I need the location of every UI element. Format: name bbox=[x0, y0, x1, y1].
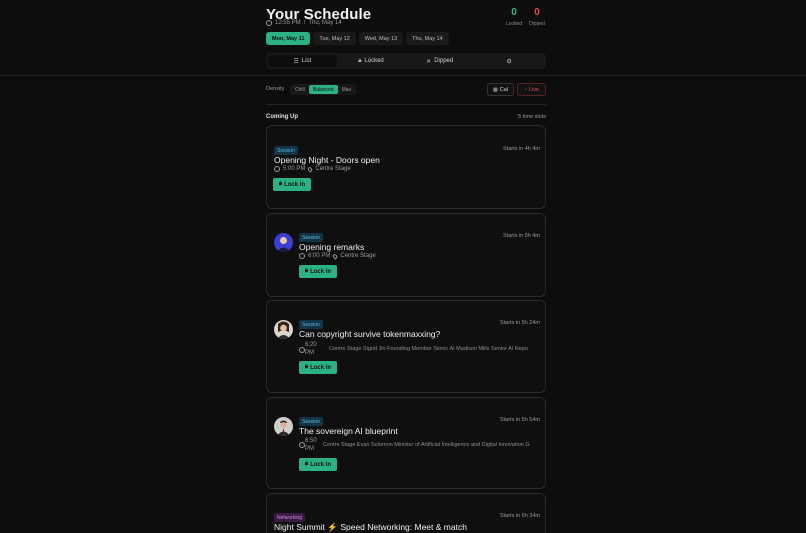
event-venue-speakers: Centre Stage Evan Solomon Minister of Ar… bbox=[323, 442, 530, 448]
tab-locked-label: Locked bbox=[364, 58, 384, 64]
current-time-line: 12:55 PM / Thu, May 14 bbox=[266, 20, 342, 26]
event-type-badge: Session bbox=[299, 233, 323, 242]
day-tab-tue[interactable]: Tue, May 12 bbox=[313, 32, 356, 45]
event-card[interactable]: Session Opening Night - Doors open 5:00 … bbox=[266, 125, 546, 209]
section-title: Coming Up bbox=[266, 114, 298, 120]
event-meta: 5:00 PM Centre Stage bbox=[274, 165, 351, 173]
day-tabs: Mon, May 11 Tue, May 12 Wed, May 13 Thu,… bbox=[266, 32, 449, 45]
event-title: Opening Night - Doors open bbox=[274, 155, 380, 165]
lock-in-label: Lock in bbox=[284, 181, 306, 188]
density-selector: Chill Balanced Max bbox=[290, 84, 357, 95]
current-date: Thu, May 14 bbox=[308, 20, 342, 26]
separator: / bbox=[303, 20, 306, 26]
starts-in: Starts in 5h 54m bbox=[499, 417, 540, 423]
lock-icon: 🔒︎ bbox=[304, 461, 309, 467]
event-venue: Centre Stage bbox=[340, 253, 376, 259]
lock-in-label: Lock in bbox=[310, 364, 332, 371]
clock-icon bbox=[274, 166, 280, 172]
live-button[interactable]: ◔ Live bbox=[517, 83, 546, 96]
dipped-stat: 0 Dipped bbox=[528, 7, 546, 28]
gear-icon: ⚙ bbox=[506, 58, 512, 65]
event-card[interactable]: Session The sovereign AI blueprint 6:50 … bbox=[266, 397, 546, 489]
starts-in: Starts in 5h 24m bbox=[499, 320, 540, 326]
tab-dipped[interactable]: ✕ Dipped bbox=[405, 55, 474, 67]
location-pin-icon bbox=[307, 165, 314, 173]
event-time: 6:20 PM bbox=[305, 341, 317, 357]
locked-label: Locked bbox=[505, 21, 523, 27]
calendar-button[interactable]: ▦ Cal bbox=[487, 83, 514, 96]
event-card[interactable]: Session Opening remarks 6:00 PM Centre S… bbox=[266, 213, 546, 297]
event-time-hour: 6:20 bbox=[305, 342, 317, 348]
day-tab-wed[interactable]: Wed, May 13 bbox=[358, 32, 404, 45]
avatar-image bbox=[274, 417, 293, 436]
divider bbox=[266, 104, 546, 105]
clock-icon bbox=[266, 20, 272, 26]
event-type-badge: Session bbox=[299, 320, 323, 329]
event-time-ampm: PM bbox=[305, 446, 314, 452]
avatar-image bbox=[274, 233, 293, 252]
live-icon: ◔ bbox=[523, 86, 527, 93]
event-title: Opening remarks bbox=[299, 242, 365, 252]
lock-icon: 🔒︎ bbox=[304, 268, 309, 274]
starts-in: Starts in 4h 4m bbox=[503, 146, 540, 152]
dipped-count: 0 bbox=[534, 7, 540, 18]
starts-in: Starts in 6h 34m bbox=[499, 513, 540, 519]
current-time: 12:55 PM bbox=[275, 20, 301, 26]
lock-in-label: Lock in bbox=[310, 268, 332, 275]
close-icon: ✕ bbox=[426, 58, 432, 65]
avatar-image bbox=[274, 320, 293, 339]
event-title: Can copyright survive tokenmaxxing? bbox=[299, 329, 441, 339]
event-time-ampm: PM bbox=[305, 350, 314, 356]
day-tab-thu[interactable]: Thu, May 14 bbox=[406, 32, 449, 45]
locked-count: 0 bbox=[511, 7, 517, 18]
event-type-badge: Session bbox=[299, 417, 323, 426]
locked-stat: 0 Locked bbox=[505, 7, 523, 28]
event-title: Night Summit ⚡ Speed Networking: Meet & … bbox=[274, 522, 467, 532]
tab-dipped-label: Dipped bbox=[434, 58, 454, 64]
dipped-label: Dipped bbox=[529, 21, 545, 27]
lock-in-button[interactable]: 🔒︎ Lock in bbox=[299, 265, 337, 278]
event-venue-speakers: Centre Stage Sigrid Jin Founding Member … bbox=[329, 346, 529, 352]
event-card[interactable]: Networking Night Summit ⚡ Speed Networki… bbox=[266, 493, 546, 533]
event-venue: Centre Stage bbox=[315, 166, 351, 172]
event-time: 6:00 PM bbox=[308, 253, 331, 259]
lock-icon: 🔒︎ bbox=[278, 181, 283, 187]
settings-button[interactable]: ⚙ bbox=[474, 55, 544, 67]
density-chill[interactable]: Chill bbox=[291, 85, 309, 94]
list-icon: ☰ bbox=[293, 58, 299, 65]
lock-icon: 🔒︎ bbox=[304, 364, 309, 370]
view-switcher: ☰ List 🔒︎ Locked ✕ Dipped ⚙ bbox=[266, 53, 546, 69]
slot-count: 5 time slots bbox=[518, 114, 546, 120]
starts-in: Starts in 5h 4m bbox=[503, 233, 540, 239]
event-meta: 6:00 PM Centre Stage bbox=[299, 252, 376, 260]
speaker-avatar bbox=[274, 233, 293, 252]
speaker-avatar bbox=[274, 320, 293, 339]
divider bbox=[0, 75, 806, 76]
event-time: 6:50 PM bbox=[305, 437, 317, 453]
density-max[interactable]: Max bbox=[338, 85, 355, 94]
event-type-badge: Session bbox=[274, 146, 298, 155]
speaker-avatar bbox=[274, 417, 293, 436]
event-time: 5:00 PM bbox=[283, 166, 306, 172]
location-pin-icon bbox=[332, 252, 339, 260]
calendar-icon: ▦ bbox=[493, 86, 498, 93]
lock-icon: 🔒︎ bbox=[358, 57, 362, 64]
tab-locked[interactable]: 🔒︎ Locked bbox=[337, 55, 406, 67]
lock-in-label: Lock in bbox=[310, 461, 332, 468]
density-balanced[interactable]: Balanced bbox=[308, 85, 338, 94]
calendar-button-label: Cal bbox=[499, 86, 508, 93]
density-label: Density bbox=[266, 86, 285, 92]
event-title: The sovereign AI blueprint bbox=[299, 426, 398, 436]
lock-in-button[interactable]: 🔒︎ Lock in bbox=[299, 458, 337, 471]
lock-in-button[interactable]: 🔒︎ Lock in bbox=[299, 361, 337, 374]
event-type-badge: Networking bbox=[274, 513, 306, 522]
event-card[interactable]: Session Can copyright survive tokenmaxxi… bbox=[266, 300, 546, 393]
live-button-label: Live bbox=[528, 86, 540, 93]
tab-list-label: List bbox=[301, 58, 312, 64]
event-time-hour: 6:50 bbox=[305, 438, 317, 444]
clock-icon bbox=[299, 253, 305, 259]
tab-list[interactable]: ☰ List bbox=[268, 55, 337, 67]
day-tab-mon[interactable]: Mon, May 11 bbox=[266, 32, 311, 45]
lock-in-button[interactable]: 🔒︎ Lock in bbox=[273, 178, 311, 191]
